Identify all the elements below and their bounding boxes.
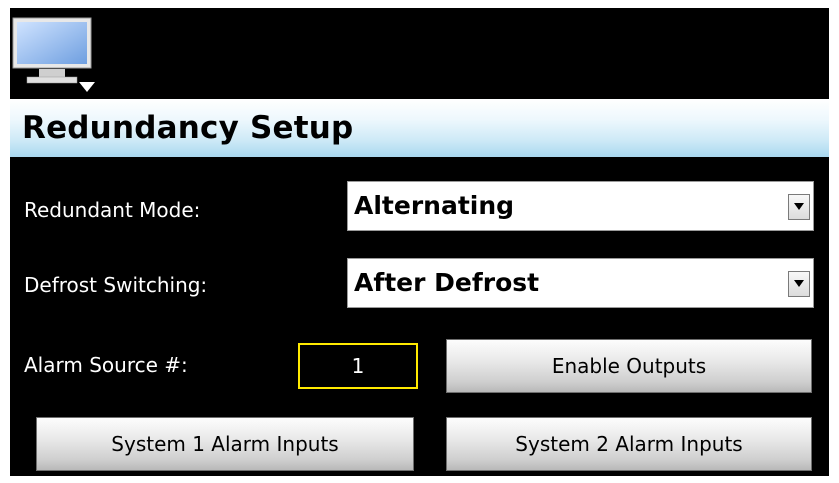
alarm-source-input[interactable]: 1 xyxy=(298,343,418,389)
defrost-switching-value: After Defrost xyxy=(354,268,540,297)
monitor-dropdown-icon[interactable] xyxy=(11,16,97,96)
enable-outputs-button[interactable]: Enable Outputs xyxy=(446,339,812,393)
defrost-switching-dropdown[interactable]: After Defrost xyxy=(347,258,814,308)
page-title: Redundancy Setup xyxy=(22,110,354,146)
defrost-switching-label: Defrost Switching: xyxy=(24,273,208,297)
redundant-mode-dropdown[interactable]: Alternating xyxy=(347,181,814,231)
chevron-down-icon[interactable] xyxy=(788,271,810,297)
redundant-mode-value: Alternating xyxy=(354,191,515,220)
system1-alarm-inputs-button[interactable]: System 1 Alarm Inputs xyxy=(36,417,414,471)
chevron-down-icon[interactable] xyxy=(788,194,810,220)
title-bar: Redundancy Setup xyxy=(10,99,829,157)
alarm-source-label: Alarm Source #: xyxy=(24,353,188,377)
redundant-mode-label: Redundant Mode: xyxy=(24,198,201,222)
screen: Redundancy Setup Redundant Mode: Alterna… xyxy=(10,8,829,476)
system2-alarm-inputs-button[interactable]: System 2 Alarm Inputs xyxy=(446,417,812,471)
